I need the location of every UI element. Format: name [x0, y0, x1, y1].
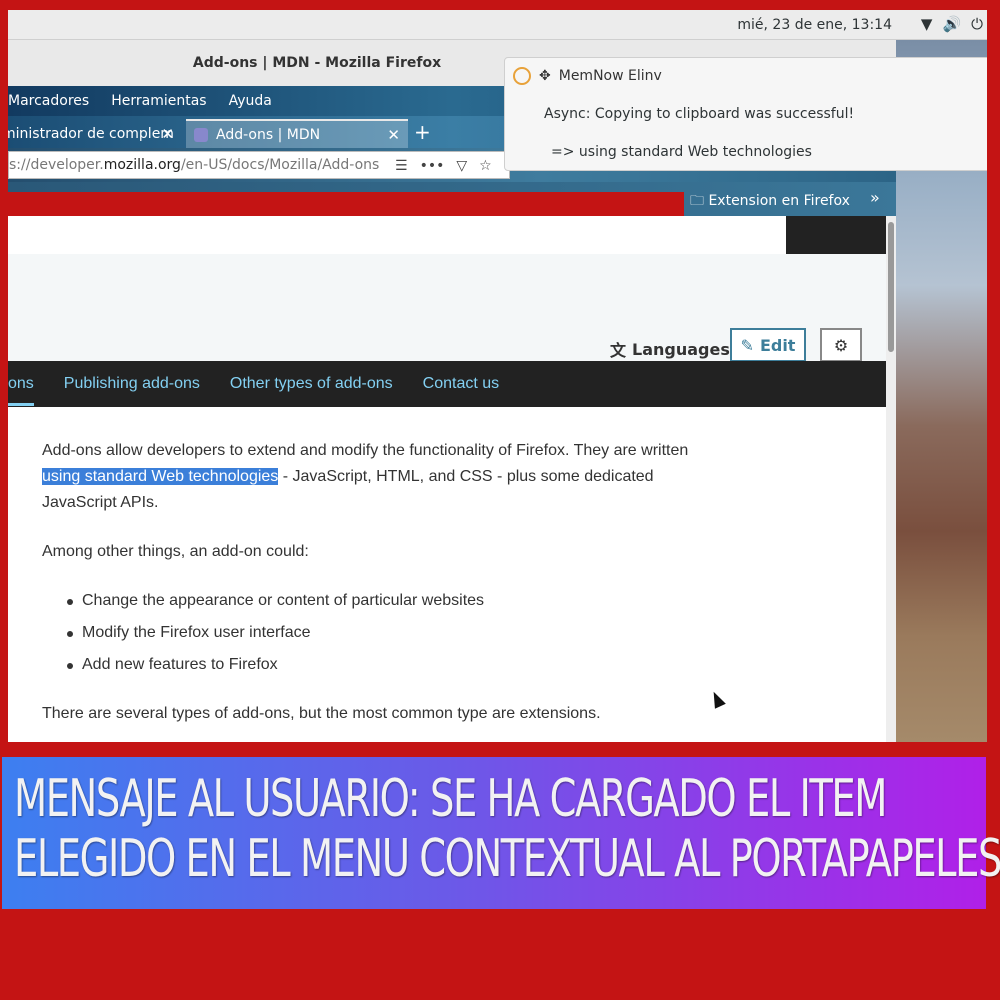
menu-marcadores[interactable]: Marcadores [8, 93, 89, 109]
intro-text: Add-ons allow developers to extend and m… [42, 442, 689, 459]
url-input[interactable]: s://developer. mozilla.org/en-US/docs/Moz… [8, 151, 510, 179]
languages-link[interactable]: 文 Languages [610, 337, 730, 361]
pencil-icon: ✎ [740, 335, 754, 355]
menu-ayuda[interactable]: Ayuda [229, 93, 272, 109]
system-top-bar: mié, 23 de ene, 13:14 ▼ 🔊 ⏻ [8, 10, 987, 40]
power-icon[interactable]: ⏻ [971, 15, 983, 33]
close-icon[interactable]: ✕ [161, 125, 174, 143]
menu-herramientas[interactable]: Herramientas [111, 93, 206, 109]
notification-popup[interactable]: ✥ MemNow Elinv Async: Copying to clipboa… [504, 57, 987, 171]
close-icon[interactable]: ✕ [387, 126, 400, 144]
notification-body: => using standard Web technologies [551, 144, 812, 160]
window-title: Add-ons | MDN - Mozilla Firefox [192, 55, 442, 71]
pocket-icon[interactable]: ▽ [456, 158, 467, 174]
move-icon: ✥ [539, 68, 551, 84]
article-body: Add-ons allow developers to extend and m… [42, 438, 702, 742]
subnav-item-addons[interactable]: ons [8, 375, 34, 406]
url-domain: mozilla.org [103, 157, 181, 173]
languages-label: Languages [632, 339, 730, 359]
selected-text[interactable]: using standard Web technologies [42, 468, 279, 485]
wifi-icon[interactable]: ▼ [921, 15, 933, 33]
notification-app: ✥ MemNow Elinv [513, 67, 662, 85]
scrollbar-thumb[interactable] [888, 222, 894, 352]
edit-button[interactable]: ✎ Edit [730, 328, 806, 362]
subnav-item-publishing[interactable]: Publishing add-ons [64, 375, 200, 393]
url-actions: ☰ ••• ▽ ☆ [389, 152, 498, 178]
tab-label: Add-ons | MDN [216, 126, 321, 143]
page-content: 文 Languages ✎ Edit ⚙ ons Publishing add-… [8, 216, 886, 742]
url-prefix: s://developer. [9, 157, 104, 173]
bookmark-star-icon[interactable]: ☆ [479, 158, 492, 174]
subnav-item-contact[interactable]: Contact us [423, 375, 499, 393]
redacted-bookmarks [8, 192, 684, 216]
paragraph-types: There are several types of add-ons, but … [42, 705, 601, 722]
subnav-item-other-types[interactable]: Other types of add-ons [230, 375, 393, 393]
header-dark-corner [786, 216, 886, 254]
banner-line-2: ELEGIDO EN EL MENU CONTEXTUAL AL PORTAPA… [14, 829, 1000, 889]
clock[interactable]: mié, 23 de ene, 13:14 [737, 17, 892, 33]
bookmarks-toolbar: 🗀 Extension en Firefox » [8, 182, 896, 216]
memnow-app-icon [513, 67, 531, 85]
page-actions-icon[interactable]: ••• [420, 158, 445, 174]
document-header: 文 Languages ✎ Edit ⚙ [8, 254, 886, 362]
desktop-screen: mié, 23 de ene, 13:14 ▼ 🔊 ⏻ Add-ons | MD… [8, 10, 987, 742]
bookmark-folder-label: Extension en Firefox [708, 193, 850, 209]
user-message-banner: MENSAJE AL USUARIO: SE HA CARGADO EL ITE… [2, 757, 1000, 909]
banner-line-1: MENSAJE AL USUARIO: SE HA CARGADO EL ITE… [14, 769, 887, 829]
new-tab-icon[interactable]: + [414, 120, 431, 144]
notification-app-name: MemNow Elinv [558, 68, 662, 84]
page-scrollbar[interactable] [886, 216, 896, 742]
tab-label: ministrador de complem [8, 125, 174, 142]
banner-text: MENSAJE AL USUARIO: SE HA CARGADO EL ITE… [14, 769, 1000, 889]
bookmark-folder[interactable]: 🗀 Extension en Firefox [690, 190, 850, 214]
bookmarks-overflow-icon[interactable]: » [870, 188, 880, 207]
feature-list: Change the appearance or content of part… [42, 588, 702, 678]
settings-button[interactable]: ⚙ [820, 328, 862, 362]
reader-view-icon[interactable]: ☰ [395, 158, 408, 174]
mdn-favicon-icon [194, 127, 208, 142]
edit-label: Edit [759, 335, 796, 355]
url-path: /en-US/docs/Mozilla/Add-ons [180, 157, 380, 173]
subnav: ons Publishing add-ons Other types of ad… [8, 361, 886, 407]
tab-addons-mdn[interactable]: Add-ons | MDN ✕ [186, 119, 408, 148]
paragraph-among: Among other things, an add-on could: [42, 543, 309, 560]
list-item: Add new features to Firefox [42, 652, 702, 678]
system-icons[interactable]: ▼ 🔊 ⏻ [921, 15, 983, 33]
translate-icon: 文 [610, 341, 627, 360]
list-item: Modify the Firefox user interface [42, 620, 702, 646]
tab-addons-manager[interactable]: ministrador de complem ✕ [8, 119, 182, 148]
volume-icon[interactable]: 🔊 [942, 15, 961, 33]
gear-icon: ⚙ [833, 335, 849, 355]
paragraph-intro: Add-ons allow developers to extend and m… [42, 438, 702, 516]
notification-title: Async: Copying to clipboard was successf… [544, 106, 855, 122]
list-item: Change the appearance or content of part… [42, 588, 702, 614]
